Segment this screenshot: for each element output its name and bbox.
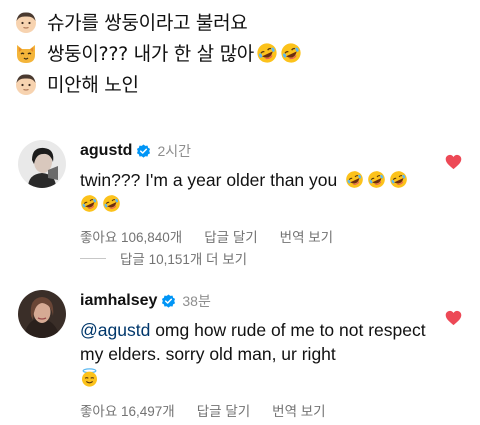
man-face-icon <box>14 10 38 34</box>
reply-button[interactable]: 답글 달기 <box>204 226 257 246</box>
cat-face-icon <box>14 41 38 65</box>
rofl-emoji <box>345 170 364 189</box>
view-replies-label[interactable]: 답글 10,151개 더 보기 <box>120 248 247 268</box>
avatar[interactable] <box>18 290 66 338</box>
rofl-emoji <box>256 42 278 64</box>
comment-body: agustd 2시간 twin??? I'm a year older than… <box>80 140 426 246</box>
caption-line: 미안해 노인 <box>14 68 302 99</box>
comment-header: agustd 2시간 <box>80 140 426 162</box>
caption-text: 쌍둥이??? 내가 한 살 많아 <box>47 43 254 65</box>
view-replies[interactable]: 답글 10,151개 더 보기 <box>80 248 247 268</box>
rofl-emoji <box>367 170 386 189</box>
caption-line: 슈가를 쌍둥이라고 불러요 <box>14 6 302 37</box>
translate-button[interactable]: 번역 보기 <box>280 226 333 246</box>
caption-text: 슈가를 쌍둥이라고 불러요 <box>47 12 248 34</box>
rofl-emoji <box>80 194 99 213</box>
translate-button[interactable]: 번역 보기 <box>272 400 325 420</box>
comment-header: iamhalsey 38분 <box>80 290 426 312</box>
rofl-emoji <box>280 42 302 64</box>
rofl-emoji <box>102 194 121 213</box>
reply-button[interactable]: 답글 달기 <box>197 400 250 420</box>
comment-time: 38분 <box>182 293 211 309</box>
comment-iamhalsey: iamhalsey 38분 @agustd omg how rude of me… <box>18 290 462 419</box>
verified-badge-icon <box>161 293 176 309</box>
man-face-icon <box>14 72 38 96</box>
comment-agustd: agustd 2시간 twin??? I'm a year older than… <box>18 140 462 245</box>
like-count[interactable]: 좋아요 16,497개 <box>80 400 175 420</box>
caption: 슈가를 쌍둥이라고 불러요 쌍둥이??? 내가 한 살 많아 미안해 노인 <box>14 6 302 99</box>
like-heart-icon[interactable] <box>445 154 462 170</box>
like-count[interactable]: 좋아요 106,840개 <box>80 226 182 246</box>
comment-body: iamhalsey 38분 @agustd omg how rude of me… <box>80 290 426 420</box>
caption-text: 미안해 노인 <box>47 74 139 96</box>
avatar[interactable] <box>18 140 66 188</box>
like-heart-icon[interactable] <box>445 310 462 326</box>
replies-divider <box>80 257 106 259</box>
comment-time: 2시간 <box>157 143 191 159</box>
username[interactable]: agustd <box>80 142 132 160</box>
comment-text-body: twin??? I'm a year older than you <box>80 170 338 190</box>
halo-smile-emoji <box>80 368 99 387</box>
caption-line: 쌍둥이??? 내가 한 살 많아 <box>14 37 302 68</box>
comment-actions: 좋아요 106,840개 답글 달기 번역 보기 <box>80 226 426 246</box>
mention-link[interactable]: @agustd <box>80 320 150 340</box>
comment-actions: 좋아요 16,497개 답글 달기 번역 보기 <box>80 400 426 420</box>
rofl-emoji <box>389 170 408 189</box>
username[interactable]: iamhalsey <box>80 292 157 310</box>
comment-text: @agustd omg how rude of me to not respec… <box>80 318 426 390</box>
verified-badge-icon <box>136 143 151 159</box>
comment-text: twin??? I'm a year older than you <box>80 168 426 216</box>
